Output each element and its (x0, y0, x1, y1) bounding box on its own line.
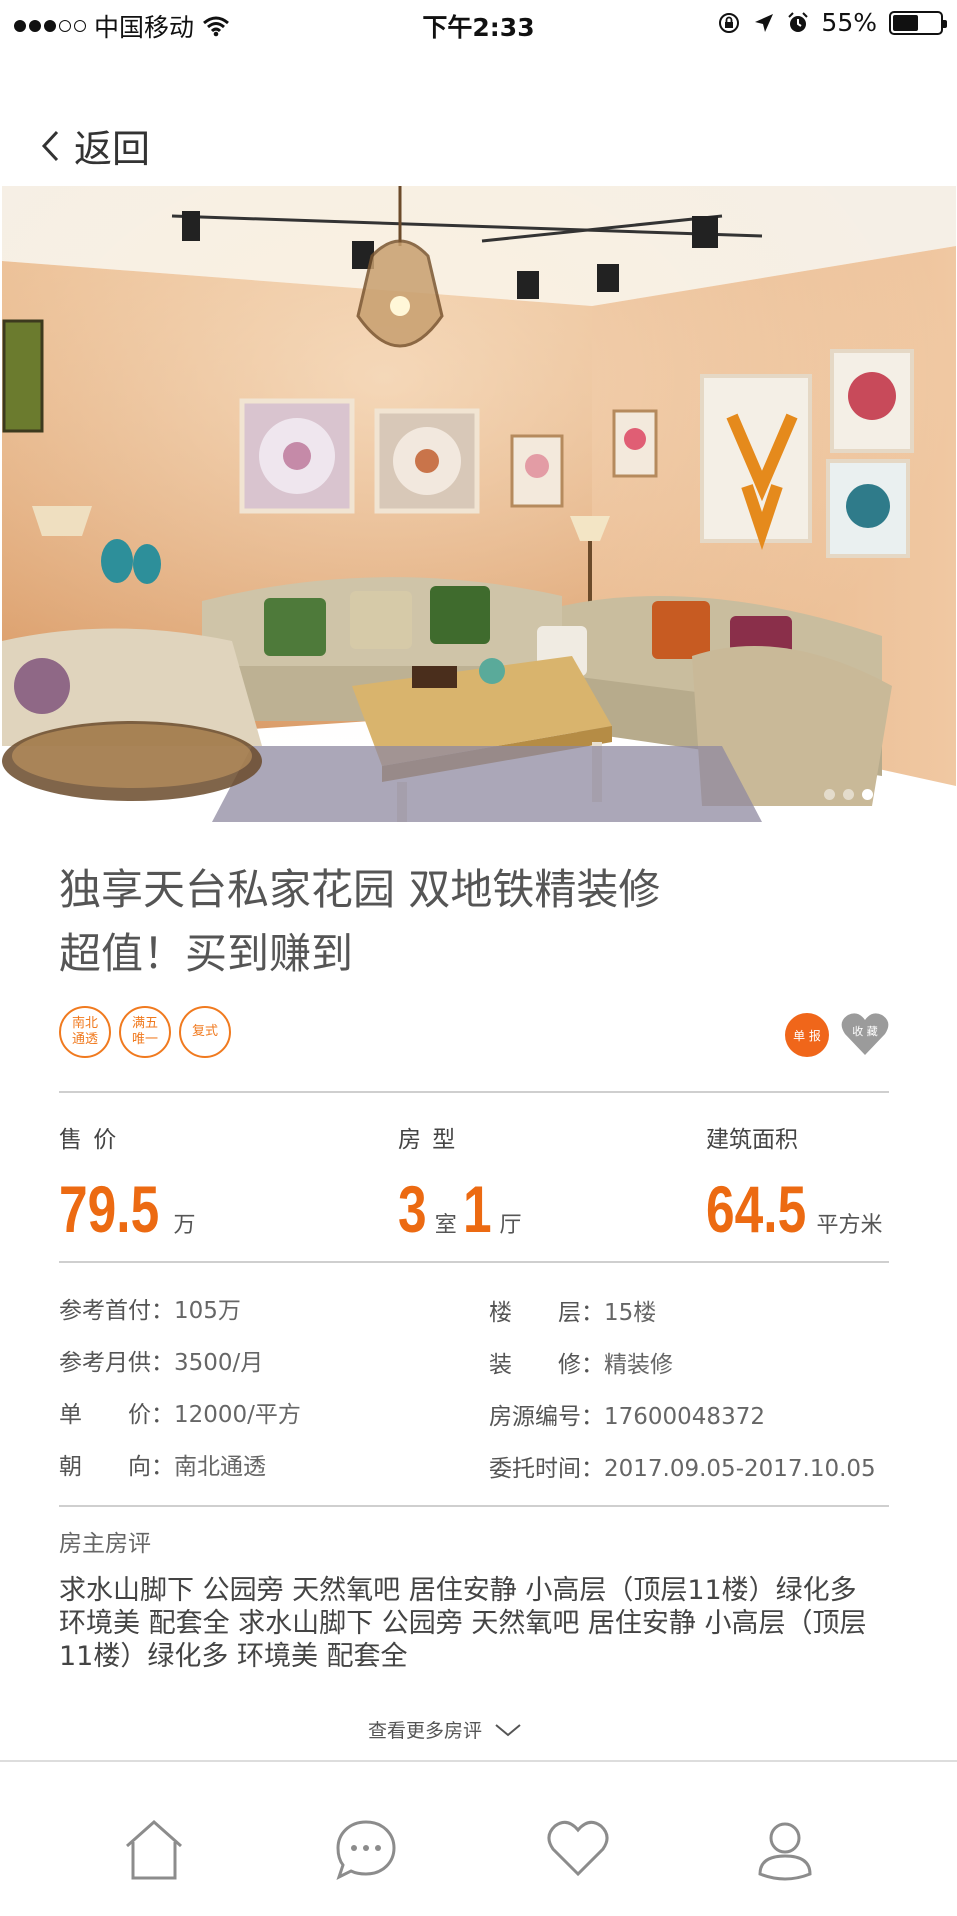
location-arrow-icon (755, 13, 774, 32)
back-button[interactable]: 返回 (40, 118, 150, 173)
price-unit: 万 (173, 1213, 196, 1238)
view-more-label: 查看更多房评 (368, 1720, 483, 1742)
tab-favorites[interactable] (538, 1814, 618, 1894)
listing-photo-carousel[interactable] (2, 186, 956, 822)
bottom-tab-bar (0, 1760, 957, 1916)
rooms-value: 3 (398, 1172, 427, 1246)
listing-title: 独享天台私家花园 双地铁精装修 超值！买到赚到 (59, 858, 779, 986)
tag-line: 满五 (131, 1016, 158, 1031)
tab-messages[interactable] (326, 1814, 406, 1894)
home-icon (126, 1819, 182, 1880)
back-label: 返回 (74, 127, 151, 171)
detail-decoration: 装 修：精装修 (489, 1345, 673, 1379)
detail-key: 参考月供： (59, 1350, 174, 1376)
report-button[interactable]: 单 报 (785, 1013, 829, 1057)
carousel-dot[interactable] (824, 789, 835, 800)
tag-duplex: 复式 (179, 1006, 231, 1058)
rooms-unit: 室 (434, 1213, 457, 1238)
detail-value: 3500/月 (174, 1350, 264, 1376)
carousel-indicator (824, 789, 930, 800)
halls-value: 1 (462, 1172, 492, 1246)
detail-unit-price: 单 价：12000/平方 (59, 1395, 301, 1429)
owner-review-text: 求水山脚下 公园旁 天然氧吧 居住安静 小高层（顶层11楼）绿化多 环境美 配套… (59, 1575, 867, 1672)
divider (59, 1261, 889, 1263)
layout-stat: 房 型 3 室 1 厅 (398, 1120, 521, 1242)
living-room-photo (2, 186, 956, 822)
tab-profile[interactable] (745, 1814, 825, 1894)
title-line-2: 超值！买到赚到 (59, 929, 354, 978)
detail-key: 委托时间： (489, 1456, 604, 1482)
tag-line: 复式 (191, 1024, 218, 1039)
detail-key: 单 价： (59, 1402, 174, 1428)
tag-line: 通透 (71, 1032, 98, 1047)
detail-key: 参考首付： (59, 1298, 174, 1324)
battery-icon (889, 10, 947, 35)
rotation-lock-icon (719, 12, 740, 33)
detail-value: 南北通透 (174, 1454, 266, 1480)
battery-percent: 55% (821, 8, 877, 37)
detail-value: 105万 (174, 1298, 241, 1324)
detail-key: 朝 向： (59, 1454, 174, 1480)
carousel-dot[interactable] (900, 789, 911, 800)
detail-orientation: 朝 向：南北通透 (59, 1447, 266, 1481)
area-value: 64.5 (706, 1172, 807, 1246)
detail-floor: 楼 层：15楼 (489, 1293, 656, 1327)
status-right: 55% (717, 8, 947, 37)
favorite-label: 收 藏 (852, 1025, 878, 1038)
chevron-down-icon (495, 1723, 521, 1736)
favorite-button[interactable]: 收 藏 (840, 1010, 890, 1058)
detail-value: 17600048372 (604, 1404, 765, 1430)
area-label: 建筑面积 (706, 1127, 798, 1153)
carousel-dot[interactable] (843, 789, 854, 800)
tab-home[interactable] (114, 1814, 194, 1894)
view-more-reviews-button[interactable]: 查看更多房评 (368, 1716, 522, 1743)
detail-value: 精装修 (604, 1352, 673, 1378)
tag-five-year-unique: 满五 唯一 (119, 1006, 171, 1058)
user-icon (758, 1822, 812, 1881)
halls-unit: 厅 (499, 1213, 522, 1238)
detail-monthly: 参考月供：3500/月 (59, 1343, 263, 1377)
detail-key: 装 修： (489, 1352, 604, 1378)
title-line-1: 独享天台私家花园 双地铁精装修 (59, 865, 661, 914)
carousel-dot[interactable] (862, 789, 873, 800)
chevron-left-icon (41, 130, 59, 161)
feature-tags: 南北 通透 满五 唯一 复式 (59, 1006, 231, 1058)
price-stat: 售 价 79.5 万 (59, 1120, 195, 1242)
detail-value: 12000/平方 (174, 1402, 301, 1428)
detail-value: 2017.09.05-2017.10.05 (604, 1456, 876, 1482)
detail-listing-no: 房源编号：17600048372 (489, 1397, 765, 1431)
area-stat: 建筑面积 64.5 平方米 (706, 1120, 882, 1242)
tag-line: 南北 (71, 1016, 98, 1031)
tag-orientation: 南北 通透 (59, 1006, 111, 1058)
detail-commission-period: 委托时间：2017.09.05-2017.10.05 (489, 1449, 876, 1483)
detail-key: 楼 层： (489, 1300, 604, 1326)
status-bar: 中国移动 下午2:33 55% (0, 0, 957, 48)
detail-down-payment: 参考首付：105万 (59, 1291, 241, 1325)
divider (59, 1505, 889, 1507)
detail-value: 15楼 (604, 1300, 657, 1326)
carousel-dot[interactable] (919, 789, 930, 800)
heart-outline-icon (547, 1820, 609, 1877)
divider (59, 1091, 889, 1093)
layout-label: 房 型 (398, 1127, 458, 1153)
price-label: 售 价 (59, 1127, 119, 1153)
price-value: 79.5 (59, 1172, 160, 1246)
detail-key: 房源编号： (489, 1404, 604, 1430)
area-unit: 平方米 (816, 1213, 883, 1238)
alarm-icon (788, 11, 809, 32)
carousel-dot[interactable] (881, 789, 892, 800)
chat-icon (336, 1820, 396, 1880)
tag-line: 唯一 (131, 1032, 158, 1047)
report-label: 单 报 (793, 1028, 821, 1043)
owner-review-label: 房主房评 (59, 1531, 151, 1557)
